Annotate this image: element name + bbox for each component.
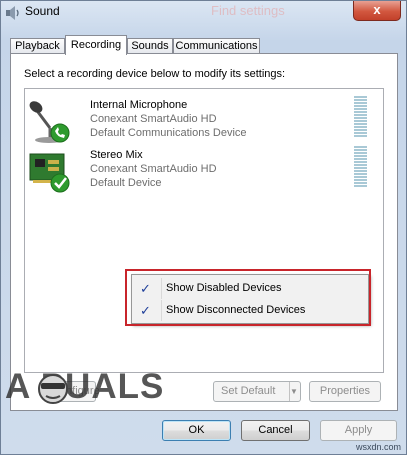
recording-panel: Select a recording device below to modif… (10, 53, 398, 411)
device-list[interactable]: Internal Microphone Conexant SmartAudio … (24, 88, 384, 373)
apply-button[interactable]: Apply (320, 420, 397, 441)
tab-sounds[interactable]: Sounds (127, 38, 173, 54)
close-button[interactable]: x (353, 1, 401, 21)
device-driver: Conexant SmartAudio HD (90, 163, 217, 175)
device-item-internal-microphone[interactable]: Internal Microphone Conexant SmartAudio … (25, 94, 383, 144)
tab-playback[interactable]: Playback (10, 38, 65, 54)
appuals-watermark: A PUALS (5, 367, 165, 406)
level-meter (354, 96, 367, 138)
tab-communications[interactable]: Communications (173, 38, 260, 54)
device-item-stereo-mix[interactable]: Stereo Mix Conexant SmartAudio HD Defaul… (25, 144, 383, 194)
site-watermark: wsxdn.com (356, 442, 402, 452)
title-bar[interactable]: Sound Find settings x (1, 1, 406, 27)
device-name: Stereo Mix (90, 149, 143, 161)
cancel-button[interactable]: Cancel (241, 420, 310, 441)
sound-dialog: Sound Find settings x Playback Recording… (0, 0, 407, 455)
microphone-icon (29, 101, 70, 143)
device-name: Internal Microphone (90, 99, 188, 111)
level-meter (354, 146, 367, 188)
speaker-icon (6, 6, 19, 20)
device-driver: Conexant SmartAudio HD (90, 113, 217, 125)
sound-card-icon (29, 153, 70, 193)
device-status: Default Communications Device (90, 127, 247, 139)
chevron-down-icon[interactable]: ▼ (289, 382, 302, 401)
instruction-text: Select a recording device below to modif… (24, 68, 286, 80)
background-search-text: Find settings (211, 3, 285, 18)
close-icon: x (373, 2, 381, 17)
green-check-badge-icon (50, 173, 70, 193)
set-default-button[interactable]: Set Default ▼ (213, 381, 301, 402)
ok-button[interactable]: OK (162, 420, 231, 441)
properties-button[interactable]: Properties (309, 381, 381, 402)
window-title: Sound (25, 4, 60, 18)
green-phone-badge-icon (50, 123, 70, 143)
mascot-logo-icon (38, 374, 68, 404)
device-status: Default Device (90, 177, 162, 189)
highlight-annotation-box (125, 269, 371, 326)
tab-recording[interactable]: Recording (65, 35, 127, 55)
